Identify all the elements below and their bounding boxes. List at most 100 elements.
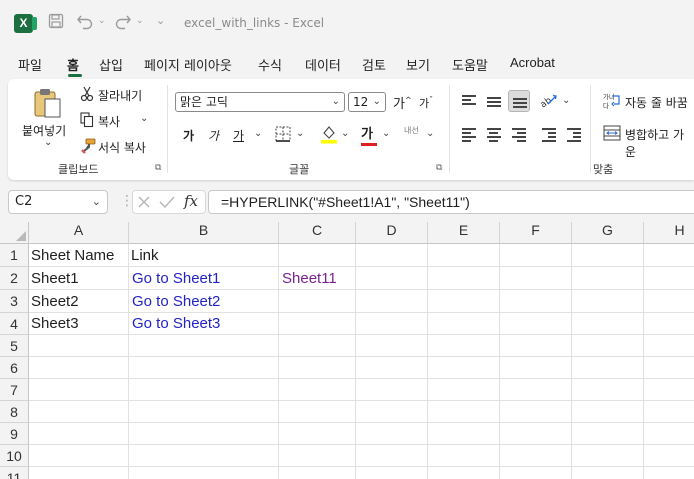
merge-center-icon[interactable] (603, 125, 621, 144)
bold-button[interactable]: 가 (183, 127, 194, 144)
grid-cell[interactable] (428, 335, 500, 357)
grid-cell[interactable] (500, 423, 572, 445)
grid-cell[interactable] (29, 379, 129, 401)
grid-cell[interactable] (279, 423, 356, 445)
grid-cell[interactable] (572, 357, 644, 379)
grid-cell[interactable] (129, 401, 279, 423)
shrink-font-icon[interactable]: 가ˇ (419, 95, 433, 111)
column-header-d[interactable]: D (356, 222, 428, 244)
grid-cell[interactable] (129, 379, 279, 401)
column-header-b[interactable]: B (129, 222, 279, 244)
grid-cell[interactable] (572, 445, 644, 467)
grid-cell[interactable] (644, 357, 694, 379)
align-middle-icon[interactable] (483, 90, 505, 112)
decrease-indent-icon[interactable] (538, 123, 560, 145)
grid-cell[interactable] (279, 467, 356, 479)
grid-cell[interactable] (428, 313, 500, 335)
grid-cell[interactable] (572, 467, 644, 479)
grid-cell[interactable] (356, 313, 428, 335)
phonetic-guide-icon[interactable]: 내선 (404, 125, 419, 136)
merge-center-label[interactable]: 병합하고 가운 (625, 126, 694, 160)
save-icon[interactable] (48, 13, 64, 33)
grid-cell[interactable] (29, 335, 129, 357)
cell-a2[interactable]: Sheet1 (29, 267, 129, 290)
insert-function-icon[interactable]: fx (184, 192, 198, 210)
row-header-1[interactable]: 1 (0, 244, 29, 267)
orientation-dropdown-icon[interactable]: ⌄ (562, 95, 570, 106)
grid-cell[interactable] (356, 401, 428, 423)
align-bottom-icon[interactable] (508, 90, 530, 112)
enter-icon[interactable] (159, 195, 175, 212)
fill-color-icon[interactable] (320, 124, 338, 147)
grid-cell[interactable] (500, 244, 572, 267)
grid-cell[interactable] (572, 313, 644, 335)
font-size-combo[interactable]: 12 ⌄ (348, 92, 386, 112)
grid-cell[interactable] (129, 467, 279, 479)
grid-cell[interactable] (279, 313, 356, 335)
customize-qat-icon[interactable]: ⌄ (156, 14, 165, 27)
grid-cell[interactable] (500, 445, 572, 467)
grid-cell[interactable] (29, 423, 129, 445)
copy-label[interactable]: 복사 (98, 113, 120, 130)
undo-dropdown-icon[interactable]: ⌄ (98, 16, 106, 26)
grid-cell[interactable] (644, 401, 694, 423)
tab-data[interactable]: 데이터 (305, 55, 341, 74)
tab-help[interactable]: 도움말 (452, 55, 488, 74)
row-header-8[interactable]: 8 (0, 401, 29, 423)
row-header-6[interactable]: 6 (0, 357, 29, 379)
name-box[interactable]: C2 ⌄ (8, 190, 108, 214)
grid-cell[interactable] (129, 357, 279, 379)
grid-cell[interactable] (428, 244, 500, 267)
row-header-7[interactable]: 7 (0, 379, 29, 401)
wrap-text-label[interactable]: 자동 줄 바꿈 (625, 94, 688, 111)
grid-cell[interactable] (572, 290, 644, 313)
grid-cell[interactable] (572, 401, 644, 423)
grid-cell[interactable] (356, 445, 428, 467)
paste-icon[interactable] (30, 86, 64, 123)
grid-cell[interactable] (572, 244, 644, 267)
column-header-c[interactable]: C (279, 222, 356, 244)
grid-cell[interactable] (279, 357, 356, 379)
column-header-a[interactable]: A (29, 222, 129, 244)
grid-cell[interactable] (279, 445, 356, 467)
cancel-icon[interactable] (137, 195, 151, 212)
grid-cell[interactable] (356, 290, 428, 313)
align-right-icon[interactable] (508, 123, 530, 145)
orientation-icon[interactable]: ab (539, 92, 558, 111)
column-header-f[interactable]: F (500, 222, 572, 244)
grid-cell[interactable] (279, 335, 356, 357)
hyperlink-cell-c2[interactable]: Sheet11 (279, 267, 356, 290)
align-left-icon[interactable] (458, 123, 480, 145)
tab-review[interactable]: 검토 (362, 55, 386, 74)
cell-b1[interactable]: Link (129, 244, 279, 267)
grid-cell[interactable] (29, 445, 129, 467)
row-header-2[interactable]: 2 (0, 267, 29, 290)
grid-cell[interactable] (644, 423, 694, 445)
tab-formulas[interactable]: 수식 (258, 55, 282, 74)
grid-cell[interactable] (428, 423, 500, 445)
font-name-combo[interactable]: 맑은 고딕 ⌄ (175, 92, 345, 112)
borders-dropdown-icon[interactable]: ⌄ (296, 128, 304, 139)
tab-page-layout[interactable]: 페이지 레이아웃 (144, 55, 232, 74)
underline-button[interactable]: 가 (233, 127, 244, 144)
copy-dropdown-icon[interactable]: ⌄ (140, 113, 148, 124)
grid-cell[interactable] (644, 267, 694, 290)
row-header-11[interactable]: 11 (0, 467, 29, 479)
grid-cell[interactable] (644, 313, 694, 335)
grow-font-icon[interactable]: 가^ (393, 93, 412, 112)
hyperlink-cell-b3[interactable]: Go to Sheet2 (129, 290, 279, 313)
row-header-4[interactable]: 4 (0, 313, 29, 335)
grid-cell[interactable] (500, 335, 572, 357)
tab-file[interactable]: 파일 (18, 55, 42, 74)
name-box-dropdown-icon[interactable]: ⌄ (92, 191, 101, 213)
font-launcher-icon[interactable]: ⧉ (436, 163, 442, 173)
row-header-5[interactable]: 5 (0, 335, 29, 357)
cell-a1[interactable]: Sheet Name (29, 244, 129, 267)
grid-cell[interactable] (644, 379, 694, 401)
cell-a3[interactable]: Sheet2 (29, 290, 129, 313)
row-header-10[interactable]: 10 (0, 445, 29, 467)
italic-button[interactable]: 가 (208, 127, 219, 144)
undo-icon[interactable] (76, 12, 94, 34)
grid-cell[interactable] (428, 290, 500, 313)
column-header-g[interactable]: G (572, 222, 644, 244)
